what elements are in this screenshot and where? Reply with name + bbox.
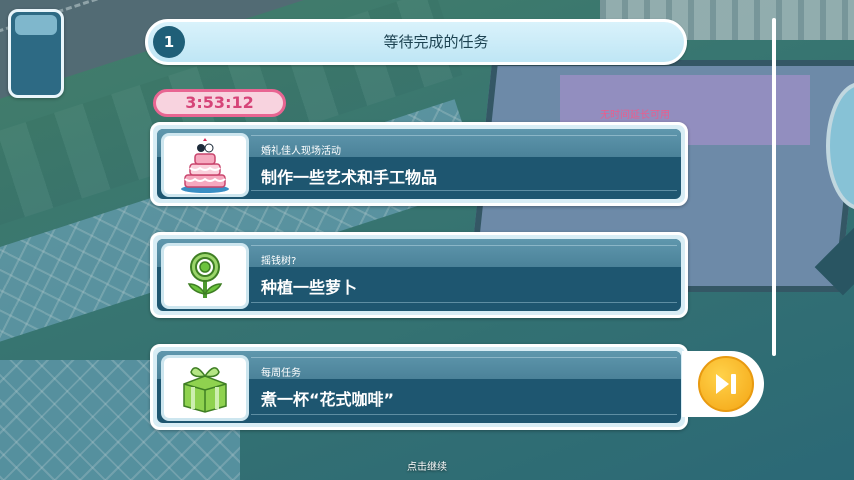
task-subtitle: 摇钱树? [261, 256, 297, 267]
task-icon-frame [161, 133, 249, 197]
wedding-cake-icon [181, 138, 229, 193]
task-icon-frame [161, 355, 249, 421]
flower-icon [187, 252, 223, 298]
task-subtitle: 婚礼佳人现场活动 [261, 146, 341, 157]
task-subtitle: 每周任务 [261, 368, 301, 379]
scrollbar[interactable] [772, 18, 776, 356]
task-title: 煮一杯“花式咖啡” [261, 390, 395, 409]
gift-box-icon [183, 367, 227, 413]
task-title: 种植一些萝卜 [261, 278, 358, 297]
task-card-wedding[interactable]: 婚礼佳人现场活动 制作一些艺术和手工物品 [150, 122, 688, 206]
skip-forward-icon [716, 374, 736, 394]
task-card-money-tree[interactable]: 摇钱树? 种植一些萝卜 [150, 232, 688, 318]
task-card-weekly[interactable]: 每周任务 煮一杯“花式咖啡” [150, 344, 688, 430]
tap-to-continue[interactable]: 点击继续 [0, 458, 854, 473]
tasks-header: 1 等待完成的任务 [145, 19, 687, 65]
skip-task-button[interactable] [682, 351, 764, 417]
no-extension-note: 无时间延长可用 [600, 110, 670, 121]
task-count-badge: 1 [153, 26, 185, 58]
phone-button[interactable] [8, 9, 64, 98]
task-icon-frame [161, 243, 249, 309]
countdown-timer: 3:53:12 [153, 89, 286, 117]
header-title: 等待完成的任务 [383, 33, 489, 51]
task-title: 制作一些艺术和手工物品 [261, 168, 438, 187]
